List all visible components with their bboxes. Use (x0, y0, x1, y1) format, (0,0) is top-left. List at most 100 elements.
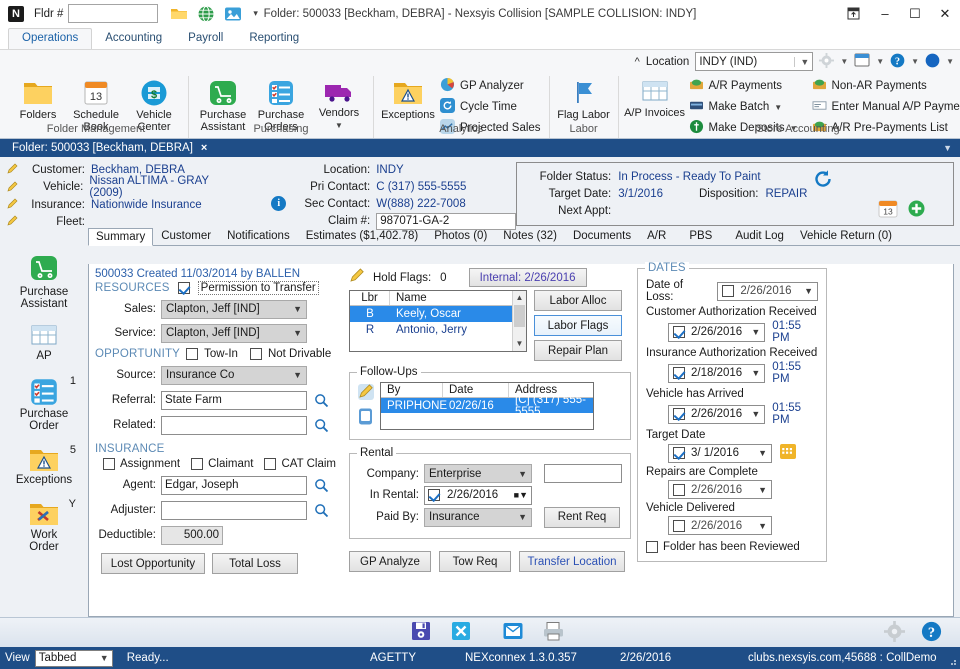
caret-down-icon[interactable]: ▼ (774, 103, 782, 112)
labor-flags-button[interactable]: Labor Flags (534, 315, 622, 336)
vehicle-delivered-checkbox[interactable] (673, 519, 685, 532)
search-icon[interactable] (314, 393, 329, 408)
assignment-checkbox[interactable] (103, 458, 115, 470)
ribbon-button-make-batch[interactable]: Make Batch ▼ (686, 98, 801, 116)
maximize-button[interactable]: ☐ (900, 0, 930, 27)
window-layout-icon[interactable] (854, 53, 870, 70)
image-icon[interactable] (224, 5, 242, 23)
adjuster-input[interactable] (161, 500, 307, 520)
claimant-checkbox[interactable] (191, 458, 204, 470)
labor-grid[interactable]: Lbr Name B Keely, Oscar R Antonio, Jerry (349, 290, 527, 352)
search-icon[interactable] (314, 503, 329, 518)
scroll-up-icon[interactable]: ▲ (513, 291, 526, 305)
help-icon[interactable]: ? (921, 621, 942, 645)
ribbon-button-cycle-time[interactable]: Cycle Time (437, 98, 544, 116)
print-icon[interactable] (542, 621, 566, 645)
ribbon-button-gp-analyzer[interactable]: GP Analyzer (437, 77, 544, 95)
sidebar-item-purchase-order[interactable]: 1 Purchase Order (4, 375, 84, 432)
target-date-field[interactable]: 3/ 1/2016 ▼ (668, 443, 772, 463)
not-drivable-checkbox[interactable] (249, 348, 262, 360)
folder-reviewed-checkbox[interactable] (646, 541, 658, 553)
total-loss-button[interactable]: Total Loss (212, 553, 298, 574)
in-rental-date-field[interactable]: 2/26/2016 ■▼ (424, 485, 532, 505)
user-icon[interactable] (925, 53, 940, 71)
open-folder-icon[interactable] (170, 5, 188, 23)
tab-vehicle-return[interactable]: Vehicle Return (0) (792, 227, 900, 245)
repairs-complete-field[interactable]: 2/26/2016 ▼ (668, 480, 772, 499)
globe-icon[interactable] (197, 5, 215, 23)
customer-auth-checkbox[interactable] (673, 326, 685, 338)
ribbon-button-ar-payments[interactable]: A/R Payments (686, 77, 801, 95)
repair-plan-button[interactable]: Repair Plan (534, 340, 622, 361)
add-appointment-icon[interactable] (908, 200, 925, 217)
close-x-icon[interactable] (450, 620, 472, 645)
gear-caret-icon[interactable]: ▼ (840, 57, 848, 66)
calendar-icon[interactable] (779, 443, 797, 463)
location-select[interactable]: INDY (IND) ▼ (695, 52, 814, 71)
ribbon-button-enter-manual-ap-payment[interactable]: Enter Manual A/P Payment (809, 98, 960, 116)
vehicle-value[interactable]: Nissan ALTIMA - GRAY (2009) (89, 175, 241, 199)
user-caret-icon[interactable]: ▼ (946, 57, 954, 66)
repairs-complete-checkbox[interactable] (673, 483, 685, 496)
tow-req-button[interactable]: Tow Req (439, 551, 511, 572)
contact-card-icon[interactable] (356, 407, 375, 429)
deductible-input[interactable]: 500.00 (161, 525, 223, 545)
sidebar-item-ap[interactable]: AP (4, 321, 84, 362)
sidebar-item-work-order[interactable]: Y Work Order (4, 498, 84, 553)
rental-company-select[interactable]: Enterprise ▼ (424, 464, 532, 483)
target-date-checkbox[interactable] (673, 447, 685, 459)
folder-number-input[interactable] (68, 4, 159, 23)
close-icon[interactable]: × (201, 142, 207, 154)
gp-analyze-button[interactable]: GP Analyze (349, 551, 431, 572)
view-select[interactable]: Tabbed ▼ (34, 649, 113, 667)
search-icon[interactable] (314, 418, 329, 433)
tab-audit-log[interactable]: Audit Log (727, 227, 792, 245)
table-row[interactable]: R Antonio, Jerry (350, 322, 526, 338)
source-select[interactable]: Insurance Co ▼ (161, 365, 307, 385)
agent-input[interactable]: Edgar, Joseph (161, 475, 307, 495)
date-picker-icon[interactable]: ■▼ (514, 490, 528, 500)
ribbon-button-ap-invoices[interactable]: A/P Invoices (624, 76, 686, 119)
layout-caret-icon[interactable]: ▼ (876, 57, 884, 66)
refresh-icon[interactable] (813, 169, 833, 189)
gear-icon[interactable] (884, 620, 905, 645)
close-button[interactable]: ✕ (930, 0, 960, 27)
sidebar-item-purchase-assistant[interactable]: Purchase Assistant (4, 253, 84, 310)
help-icon[interactable]: ? (890, 53, 905, 71)
ribbon-collapse-icon[interactable]: ^ (635, 56, 640, 68)
ribbon-button-vendors[interactable]: Vendors ▼ (310, 76, 368, 130)
tab-notes[interactable]: Notes (32) (495, 227, 565, 245)
customer-auth-field[interactable]: 2/26/2016 ▼ (668, 322, 766, 342)
tab-documents[interactable]: Documents (565, 227, 639, 245)
sales-select[interactable]: Clapton, Jeff [IND] ▼ (161, 299, 307, 319)
date-of-loss-field[interactable]: 2/26/2016 ▼ (717, 281, 818, 301)
labor-grid-scrollbar[interactable]: ▲ ▼ (512, 291, 526, 351)
save-icon[interactable] (410, 620, 432, 645)
ribbon-button-non-ar-payments[interactable]: Non-AR Payments (809, 77, 960, 95)
related-input[interactable] (161, 415, 307, 435)
referral-input[interactable]: State Farm (161, 390, 307, 410)
ribbon-display-options-icon[interactable] (836, 0, 870, 27)
ribbon-button-exceptions[interactable]: Exceptions (379, 76, 437, 121)
scroll-down-icon[interactable]: ▼ (513, 337, 526, 351)
vehicle-delivered-field[interactable]: 2/26/2016 ▼ (668, 516, 772, 535)
rent-req-button[interactable]: Rent Req (544, 506, 620, 528)
vehicle-arrived-field[interactable]: 2/26/2016 ▼ (668, 404, 766, 424)
ribbon-button-flag-labor[interactable]: Flag Labor (555, 76, 613, 121)
vehicle-arrived-checkbox[interactable] (673, 408, 685, 420)
edit-pencil-icon[interactable] (6, 198, 20, 211)
scroll-thumb[interactable] (514, 305, 525, 327)
cat-claim-checkbox[interactable] (264, 458, 277, 470)
follow-ups-grid[interactable]: By Date Address PRIPHONE 02/26/16 [C] (3… (380, 382, 594, 430)
in-rental-checkbox[interactable] (428, 489, 440, 501)
customer-value[interactable]: Beckham, DEBRA (91, 164, 185, 176)
document-tab-folder[interactable]: Folder: 500033 [Beckham, DEBRA] × (4, 139, 216, 157)
info-icon[interactable]: i (271, 196, 287, 211)
edit-pencil-icon[interactable] (356, 382, 375, 404)
table-row[interactable]: PRIPHONE 02/26/16 [C] (317) 555-5555 (381, 394, 593, 418)
tab-customer[interactable]: Customer (153, 227, 219, 245)
sidebar-item-exceptions[interactable]: 5 Work Order Exceptions (4, 444, 84, 486)
date-of-loss-checkbox[interactable] (722, 285, 735, 297)
gear-icon[interactable] (819, 52, 835, 71)
tab-ar[interactable]: A/R (639, 227, 674, 245)
